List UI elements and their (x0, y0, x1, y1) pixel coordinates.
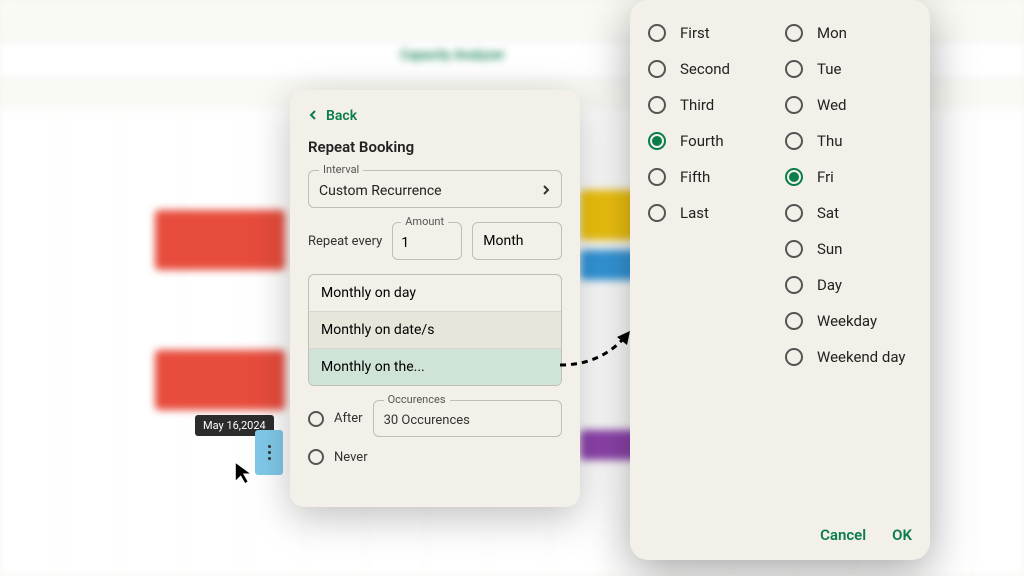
option-label: Thu (817, 132, 842, 150)
option-label: Fri (817, 168, 834, 186)
repeat-booking-panel: Back Repeat Booking Interval Custom Recu… (290, 90, 580, 507)
option-label: Tue (817, 60, 841, 78)
day-option-weekend-day[interactable]: Weekend day (785, 348, 912, 366)
ordinals-column: First Second Third Fourth Fifth Last (648, 24, 775, 516)
interval-select[interactable]: Interval Custom Recurrence (308, 170, 562, 208)
kebab-menu-icon (268, 445, 271, 460)
ends-never-row[interactable]: Never (308, 449, 562, 465)
radio-icon (308, 411, 324, 427)
ordinal-option-third[interactable]: Third (648, 96, 775, 114)
repeat-every-label: Repeat every (308, 234, 382, 249)
interval-value: Custom Recurrence (319, 183, 442, 199)
option-label: Second (680, 60, 730, 78)
radio-icon (785, 204, 803, 222)
capacity-analyzer-label: Capacity Analyzer (400, 48, 505, 63)
ordinal-option-second[interactable]: Second (648, 60, 775, 78)
amount-float-label: Amount (401, 215, 448, 228)
after-label: After (334, 411, 363, 426)
day-option-fri[interactable]: Fri (785, 168, 912, 186)
interval-float-label: Interval (319, 163, 363, 176)
occurrences-input[interactable]: Occurences 30 Occurences (373, 400, 562, 437)
option-label: Last (680, 204, 709, 222)
day-option-thu[interactable]: Thu (785, 132, 912, 150)
day-option-sat[interactable]: Sat (785, 204, 912, 222)
day-cell-actions[interactable] (255, 430, 283, 475)
day-option-weekday[interactable]: Weekday (785, 312, 912, 330)
day-option-mon[interactable]: Mon (785, 24, 912, 42)
option-label: Wed (817, 96, 847, 114)
ordinal-option-fourth[interactable]: Fourth (648, 132, 775, 150)
ok-button[interactable]: OK (892, 526, 912, 544)
radio-icon (648, 204, 666, 222)
day-option-wed[interactable]: Wed (785, 96, 912, 114)
radio-icon (785, 168, 803, 186)
option-label: Third (680, 96, 714, 114)
radio-icon (785, 132, 803, 150)
option-label: Weekday (817, 312, 877, 330)
unit-select[interactable]: Month (472, 222, 562, 260)
back-button[interactable]: Back (308, 108, 562, 124)
cursor-icon (232, 460, 258, 490)
panel-title: Repeat Booking (308, 138, 562, 156)
chevron-right-icon (541, 183, 551, 199)
option-label: Mon (817, 24, 847, 42)
day-option-tue[interactable]: Tue (785, 60, 912, 78)
radio-icon (785, 60, 803, 78)
days-column: Mon Tue Wed Thu Fri Sat Sun Day Weekday Weekend d… (785, 24, 912, 516)
option-label: Day (817, 276, 842, 294)
option-label: Sat (817, 204, 839, 222)
radio-icon (308, 449, 324, 465)
option-label: First (680, 24, 710, 42)
ordinal-option-first[interactable]: First (648, 24, 775, 42)
option-label: Weekend day (817, 348, 905, 366)
amount-input[interactable]: Amount 1 (392, 222, 462, 260)
ordinal-option-fifth[interactable]: Fifth (648, 168, 775, 186)
ends-after-row[interactable]: After Occurences 30 Occurences (308, 400, 562, 437)
day-option-sun[interactable]: Sun (785, 240, 912, 258)
amount-value: 1 (401, 235, 409, 251)
option-label: Fifth (680, 168, 710, 186)
radio-icon (648, 96, 666, 114)
ordinal-day-picker: First Second Third Fourth Fifth Last Mon Tue We… (630, 0, 930, 560)
radio-icon (648, 60, 666, 78)
monthly-mode-dropdown[interactable]: Monthly on day Monthly on date/s Monthly… (308, 274, 562, 386)
radio-icon (648, 24, 666, 42)
occ-float-label: Occurences (384, 393, 450, 406)
option-label: Sun (817, 240, 842, 258)
option-label: Fourth (680, 132, 724, 150)
radio-icon (785, 24, 803, 42)
never-label: Never (334, 450, 368, 465)
chevron-left-icon (308, 108, 318, 124)
radio-icon (785, 312, 803, 330)
ordinal-option-last[interactable]: Last (648, 204, 775, 222)
radio-icon (785, 276, 803, 294)
radio-icon (785, 240, 803, 258)
monthly-on-dates-option[interactable]: Monthly on date/s (309, 311, 561, 348)
radio-icon (785, 96, 803, 114)
cancel-button[interactable]: Cancel (820, 526, 866, 544)
radio-icon (648, 132, 666, 150)
radio-icon (785, 348, 803, 366)
day-option-day[interactable]: Day (785, 276, 912, 294)
radio-icon (648, 168, 666, 186)
unit-value: Month (483, 233, 523, 249)
monthly-on-the-option[interactable]: Monthly on the... (309, 348, 561, 385)
occ-value: 30 Occurences (384, 413, 470, 428)
monthly-mode-selected[interactable]: Monthly on day (309, 275, 561, 311)
back-label: Back (326, 108, 357, 124)
